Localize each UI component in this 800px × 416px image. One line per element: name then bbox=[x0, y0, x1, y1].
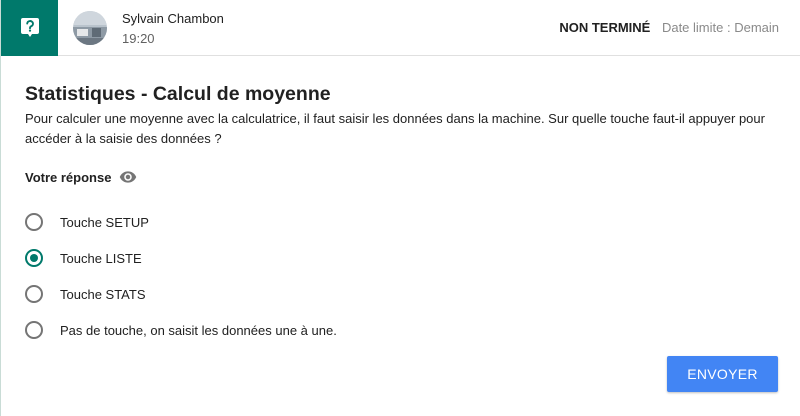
status-area: NON TERMINÉ Date limite : Demain bbox=[559, 20, 779, 35]
question-mark-icon bbox=[20, 18, 39, 37]
author-name: Sylvain Chambon bbox=[122, 11, 224, 26]
avatar[interactable] bbox=[73, 11, 107, 45]
question-type-badge bbox=[1, 0, 58, 56]
submit-button[interactable]: ENVOYER bbox=[667, 356, 778, 392]
option-label: Touche STATS bbox=[60, 286, 146, 302]
status-badge: NON TERMINÉ bbox=[559, 20, 651, 35]
deadline-text: Date limite : Demain bbox=[661, 20, 779, 35]
option-label: Pas de touche, on saisit les données une… bbox=[60, 322, 337, 338]
question-text: Pour calculer une moyenne avec la calcul… bbox=[25, 111, 765, 146]
answer-option-liste[interactable]: Touche LISTE bbox=[25, 248, 142, 268]
radio-button[interactable] bbox=[25, 213, 43, 231]
post-header: Sylvain Chambon 19:20 NON TERMINÉ Date l… bbox=[1, 0, 800, 56]
answer-option-setup[interactable]: Touche SETUP bbox=[25, 212, 149, 232]
radio-button[interactable] bbox=[25, 285, 43, 303]
option-label: Touche LISTE bbox=[60, 250, 142, 266]
option-label: Touche SETUP bbox=[60, 214, 149, 230]
post-time: 19:20 bbox=[122, 31, 155, 46]
answer-option-stats[interactable]: Touche STATS bbox=[25, 284, 146, 304]
radio-button[interactable] bbox=[25, 321, 43, 339]
answer-label: Votre réponse bbox=[25, 169, 112, 185]
eye-icon[interactable] bbox=[119, 168, 137, 186]
answer-heading: Votre réponse bbox=[25, 168, 137, 186]
assignment-title: Statistiques - Calcul de moyenne bbox=[25, 83, 331, 105]
assignment-page: Sylvain Chambon 19:20 NON TERMINÉ Date l… bbox=[0, 0, 800, 416]
radio-button-selected[interactable] bbox=[25, 249, 43, 267]
answer-option-manual[interactable]: Pas de touche, on saisit les données une… bbox=[25, 320, 337, 340]
